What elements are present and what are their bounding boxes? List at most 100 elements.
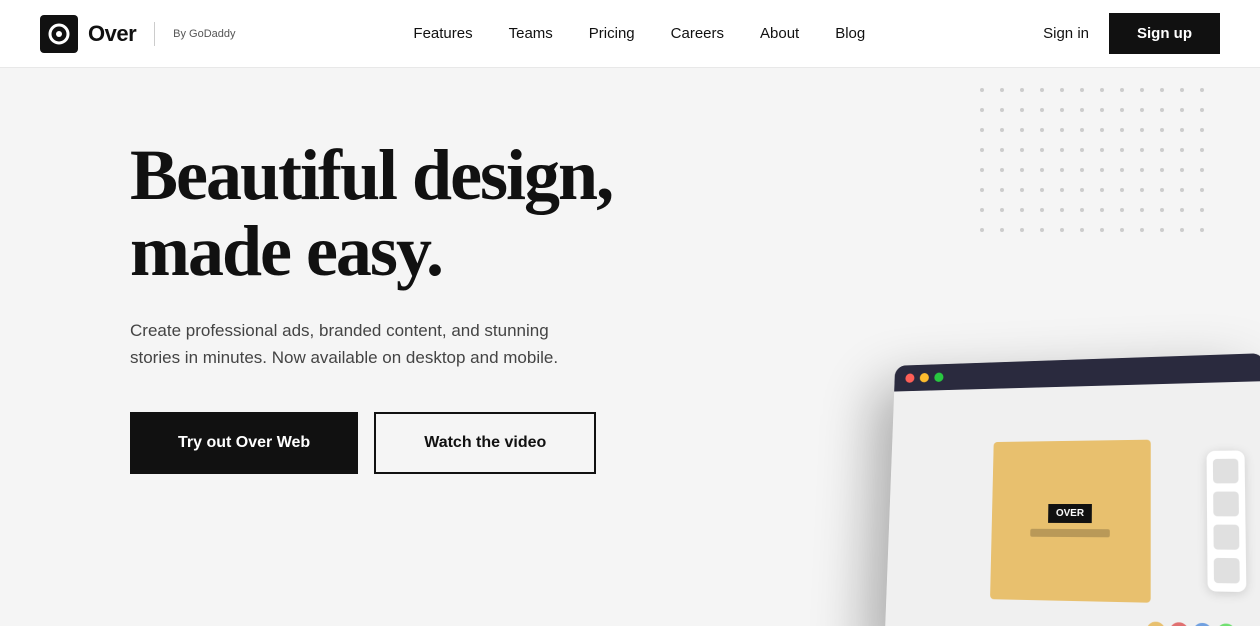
dot bbox=[1120, 208, 1124, 212]
dot bbox=[1200, 188, 1204, 192]
toolbar-icon-4 bbox=[1214, 558, 1240, 584]
nav-item-teams[interactable]: Teams bbox=[509, 25, 553, 43]
dot bbox=[1060, 188, 1064, 192]
dot bbox=[1000, 188, 1004, 192]
toolbar-icon-3 bbox=[1213, 525, 1239, 550]
over-logo-icon bbox=[40, 15, 78, 53]
dot bbox=[1060, 208, 1064, 212]
dot bbox=[1060, 228, 1064, 232]
canvas-design-preview: OVER bbox=[990, 440, 1151, 603]
dot bbox=[980, 148, 984, 152]
dot bbox=[1040, 228, 1044, 232]
app-toolbar-panel bbox=[1207, 450, 1247, 592]
dot bbox=[1060, 148, 1064, 152]
sign-up-button[interactable]: Sign up bbox=[1109, 13, 1220, 54]
dot bbox=[1140, 88, 1144, 92]
window-maximize-dot bbox=[934, 372, 943, 382]
hero-title: Beautiful design, made easy. bbox=[130, 138, 612, 289]
dot bbox=[1080, 168, 1084, 172]
logo-divider bbox=[154, 22, 155, 46]
dot bbox=[1200, 168, 1204, 172]
nav-link-teams[interactable]: Teams bbox=[509, 25, 553, 42]
dot bbox=[1040, 188, 1044, 192]
dot bbox=[1140, 148, 1144, 152]
dot bbox=[1200, 228, 1204, 232]
dot bbox=[1140, 128, 1144, 132]
dot bbox=[1000, 88, 1004, 92]
dot bbox=[1020, 88, 1024, 92]
nav-item-features[interactable]: Features bbox=[413, 25, 472, 43]
dot bbox=[1180, 148, 1184, 152]
toolbar-icon-1 bbox=[1213, 459, 1239, 484]
dot bbox=[1120, 128, 1124, 132]
dot bbox=[1180, 88, 1184, 92]
dot bbox=[1160, 108, 1164, 112]
nav-link-pricing[interactable]: Pricing bbox=[589, 25, 635, 42]
dot bbox=[1140, 168, 1144, 172]
dot bbox=[1040, 108, 1044, 112]
dot bbox=[1000, 208, 1004, 212]
sign-in-button[interactable]: Sign in bbox=[1043, 25, 1089, 42]
dot bbox=[1060, 168, 1064, 172]
navbar: Over By GoDaddy Features Teams Pricing C… bbox=[0, 0, 1260, 68]
dot bbox=[980, 108, 984, 112]
hero-content: Beautiful design, made easy. Create prof… bbox=[0, 68, 612, 474]
dot bbox=[1100, 128, 1104, 132]
nav-item-pricing[interactable]: Pricing bbox=[589, 25, 635, 43]
nav-link-features[interactable]: Features bbox=[413, 25, 472, 42]
dot bbox=[1120, 148, 1124, 152]
dot bbox=[1000, 128, 1004, 132]
dot bbox=[1040, 88, 1044, 92]
window-close-dot bbox=[905, 373, 914, 383]
dot bbox=[1140, 208, 1144, 212]
app-canvas-area: OVER bbox=[884, 381, 1260, 626]
dot bbox=[1080, 188, 1084, 192]
dot bbox=[1000, 148, 1004, 152]
nav-item-careers[interactable]: Careers bbox=[671, 25, 724, 43]
dot bbox=[980, 168, 984, 172]
dot bbox=[1160, 148, 1164, 152]
dot bbox=[1180, 128, 1184, 132]
hero-title-line1: Beautiful design, bbox=[130, 135, 612, 215]
canvas-text: OVER bbox=[1048, 503, 1092, 522]
dot bbox=[1140, 228, 1144, 232]
dot bbox=[1160, 88, 1164, 92]
canvas-sub-element bbox=[1030, 528, 1110, 537]
dot bbox=[1160, 188, 1164, 192]
dot bbox=[980, 128, 984, 132]
dot bbox=[1020, 208, 1024, 212]
dot bbox=[1140, 188, 1144, 192]
dot bbox=[1160, 228, 1164, 232]
dot bbox=[1180, 108, 1184, 112]
app-window-mockup: OVER bbox=[884, 353, 1260, 626]
by-godaddy-label: By GoDaddy bbox=[173, 28, 235, 40]
nav-item-blog[interactable]: Blog bbox=[835, 25, 865, 43]
dot bbox=[1080, 148, 1084, 152]
dot bbox=[1100, 108, 1104, 112]
nav-link-blog[interactable]: Blog bbox=[835, 25, 865, 42]
dot bbox=[1160, 168, 1164, 172]
hero-subtitle: Create professional ads, branded content… bbox=[130, 317, 560, 371]
dot bbox=[1120, 188, 1124, 192]
dot bbox=[1080, 208, 1084, 212]
nav-item-about[interactable]: About bbox=[760, 25, 799, 43]
nav-actions: Sign in Sign up bbox=[1043, 13, 1220, 54]
dot bbox=[1020, 168, 1024, 172]
dot bbox=[1100, 88, 1104, 92]
dot bbox=[1120, 228, 1124, 232]
dot bbox=[980, 188, 984, 192]
dot bbox=[1060, 108, 1064, 112]
dot bbox=[1100, 188, 1104, 192]
try-over-web-button[interactable]: Try out Over Web bbox=[130, 412, 358, 474]
nav-link-about[interactable]: About bbox=[760, 25, 799, 42]
watch-video-button[interactable]: Watch the video bbox=[374, 412, 596, 474]
hero-cta-group: Try out Over Web Watch the video bbox=[130, 412, 612, 474]
dot bbox=[1000, 228, 1004, 232]
nav-links: Features Teams Pricing Careers About Blo… bbox=[413, 25, 865, 43]
dot bbox=[1020, 128, 1024, 132]
dot bbox=[1040, 208, 1044, 212]
nav-link-careers[interactable]: Careers bbox=[671, 25, 724, 42]
hero-section: // Will be rendered via JS below Beautif… bbox=[0, 68, 1260, 626]
dot bbox=[1120, 168, 1124, 172]
dot bbox=[1180, 188, 1184, 192]
